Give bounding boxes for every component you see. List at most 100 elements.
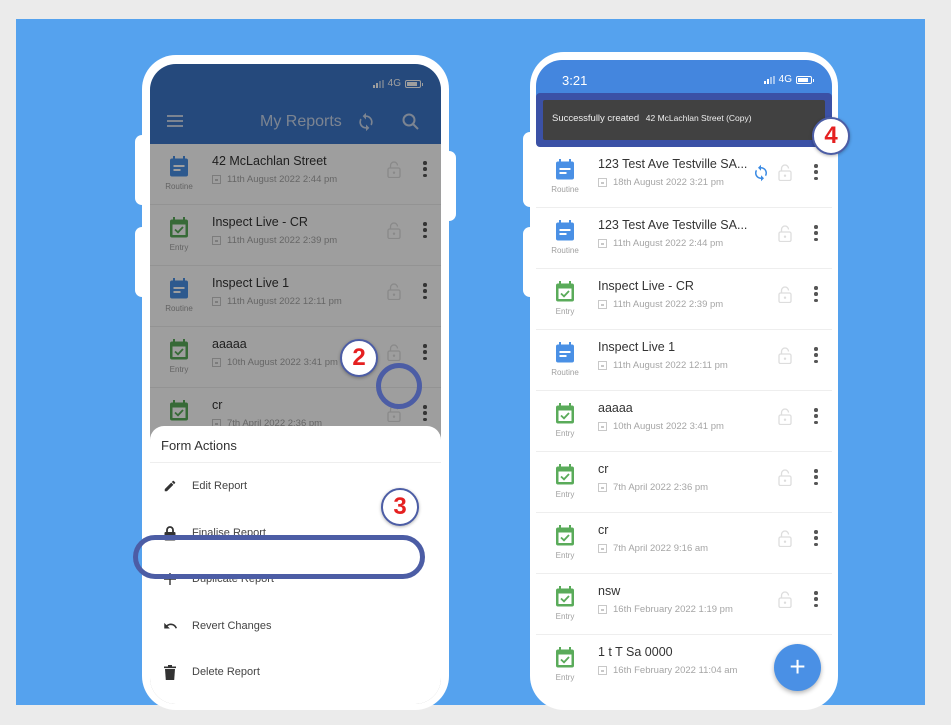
sync-icon[interactable] bbox=[356, 112, 376, 132]
right-phone-screen: 3:21 4G Routine 123 Test Ave Testville S… bbox=[536, 60, 832, 702]
report-date-text: 18th August 2022 3:21 pm bbox=[613, 177, 724, 188]
more-options-button[interactable] bbox=[814, 530, 818, 546]
report-row[interactable]: Routine Inspect Live 1 11th August 2022 … bbox=[150, 266, 441, 327]
more-options-button[interactable] bbox=[814, 164, 818, 180]
calendar-icon bbox=[598, 178, 607, 187]
calendar-icon bbox=[598, 361, 607, 370]
report-type: Routine bbox=[551, 246, 579, 255]
report-row[interactable]: Entry cr 7th April 2022 2:36 pm bbox=[536, 452, 832, 513]
entry-calendar-icon bbox=[169, 400, 189, 421]
routine-calendar-icon bbox=[555, 342, 575, 363]
unlock-icon bbox=[778, 225, 792, 242]
report-row[interactable]: Routine Inspect Live 1 11th August 2022 … bbox=[536, 330, 832, 391]
calendar-icon bbox=[598, 239, 607, 248]
entry-calendar-icon bbox=[555, 281, 575, 302]
toast-highlight: Successfully created 42 McLachlan Street… bbox=[536, 93, 832, 147]
report-name: Inspect Live 1 bbox=[212, 276, 290, 290]
more-options-button[interactable] bbox=[814, 347, 818, 363]
entry-calendar-icon bbox=[555, 525, 575, 546]
status-indicators: 4G bbox=[763, 74, 814, 85]
pencil-icon bbox=[162, 478, 178, 494]
status-bar: 4G bbox=[150, 64, 441, 102]
page-title: My Reports bbox=[260, 113, 342, 130]
step2-badge: 2 bbox=[340, 339, 378, 377]
add-report-fab[interactable]: + bbox=[774, 644, 821, 691]
revert-changes-action[interactable]: Revert Changes bbox=[150, 603, 441, 650]
battery-icon bbox=[405, 79, 423, 88]
report-row[interactable]: Routine 42 McLachlan Street 11th August … bbox=[150, 144, 441, 205]
unlock-icon bbox=[778, 347, 792, 364]
more-options-button[interactable] bbox=[814, 469, 818, 485]
more-options-button[interactable] bbox=[423, 344, 427, 360]
report-type: Routine bbox=[165, 304, 193, 313]
more-options-button[interactable] bbox=[423, 161, 427, 177]
side-button bbox=[523, 132, 537, 207]
report-name: 42 McLachlan Street bbox=[212, 154, 327, 168]
report-name: cr bbox=[598, 462, 609, 476]
entry-calendar-icon bbox=[555, 586, 575, 607]
more-options-button[interactable] bbox=[423, 222, 427, 238]
calendar-icon bbox=[598, 544, 607, 553]
routine-calendar-icon bbox=[555, 159, 575, 180]
side-button bbox=[135, 135, 149, 205]
routine-calendar-icon bbox=[169, 156, 189, 177]
report-name: aaaaa bbox=[598, 401, 633, 415]
report-date-text: 7th April 2022 2:36 pm bbox=[613, 482, 709, 493]
network-label: 4G bbox=[387, 78, 401, 89]
more-options-button[interactable] bbox=[814, 591, 818, 607]
report-name: Inspect Live - CR bbox=[598, 279, 694, 293]
report-date-text: 16th February 2022 1:19 pm bbox=[613, 604, 733, 615]
report-name: aaaaa bbox=[212, 337, 247, 351]
report-date-text: 11th August 2022 2:39 pm bbox=[227, 235, 338, 246]
report-date-text: 7th April 2022 9:16 am bbox=[613, 543, 709, 554]
report-date-text: 11th August 2022 2:44 pm bbox=[227, 174, 338, 185]
report-date-text: 10th August 2022 3:41 pm bbox=[227, 357, 338, 368]
battery-icon bbox=[796, 75, 814, 84]
report-date: 11th August 2022 2:39 pm bbox=[212, 235, 337, 246]
report-row[interactable]: Entry Inspect Live - CR 11th August 2022… bbox=[150, 205, 441, 266]
report-type: Entry bbox=[169, 243, 189, 252]
report-row[interactable]: Routine 123 Test Ave Testville SA... 18t… bbox=[536, 147, 832, 208]
hamburger-menu-icon[interactable] bbox=[167, 115, 183, 127]
report-row[interactable]: Entry cr 7th April 2022 9:16 am bbox=[536, 513, 832, 574]
report-date: 11th August 2022 2:44 pm bbox=[598, 238, 723, 249]
report-name: nsw bbox=[598, 584, 621, 598]
more-options-button[interactable] bbox=[814, 408, 818, 424]
search-icon[interactable] bbox=[401, 112, 421, 132]
more-options-button[interactable] bbox=[814, 225, 818, 241]
calendar-icon bbox=[212, 358, 221, 367]
unlock-icon bbox=[387, 344, 401, 361]
app-bar: My Reports bbox=[150, 102, 441, 144]
more-options-button[interactable] bbox=[814, 286, 818, 302]
unlock-icon bbox=[778, 530, 792, 547]
report-name: 1 t T Sa 0000 bbox=[598, 645, 673, 659]
more-options-button[interactable] bbox=[423, 405, 427, 421]
network-label: 4G bbox=[778, 74, 792, 85]
report-row[interactable]: Entry Inspect Live - CR 11th August 2022… bbox=[536, 269, 832, 330]
calendar-icon bbox=[212, 236, 221, 245]
report-row[interactable]: Entry nsw 16th February 2022 1:19 pm bbox=[536, 574, 832, 635]
report-date-text: 11th August 2022 2:39 pm bbox=[613, 299, 724, 310]
report-date: 16th February 2022 1:19 pm bbox=[598, 604, 733, 615]
side-button bbox=[135, 227, 149, 297]
calendar-icon bbox=[598, 605, 607, 614]
report-name: Inspect Live 1 bbox=[598, 340, 676, 354]
delete-report-action[interactable]: Delete Report bbox=[150, 649, 441, 696]
toast-message: Successfully created bbox=[552, 113, 640, 124]
report-date-text: 11th August 2022 12:11 pm bbox=[613, 360, 728, 371]
status-indicators: 4G bbox=[372, 78, 423, 89]
report-row[interactable]: Routine 123 Test Ave Testville SA... 11t… bbox=[536, 208, 832, 269]
report-date: 10th August 2022 3:41 pm bbox=[212, 357, 338, 368]
report-type: Entry bbox=[555, 429, 575, 438]
report-name: 123 Test Ave Testville SA... bbox=[598, 218, 748, 232]
syncing-icon bbox=[752, 164, 770, 182]
calendar-icon bbox=[598, 483, 607, 492]
undo-icon bbox=[162, 618, 178, 634]
report-date-text: 16th February 2022 11:04 am bbox=[613, 665, 738, 676]
routine-calendar-icon bbox=[555, 220, 575, 241]
report-row[interactable]: Entry aaaaa 10th August 2022 3:41 pm bbox=[536, 391, 832, 452]
stage-background: 4G My Reports Routine 42 McLachlan Stree… bbox=[16, 19, 925, 710]
report-type: Routine bbox=[551, 185, 579, 194]
report-date-text: 10th August 2022 3:41 pm bbox=[613, 421, 724, 432]
more-options-button[interactable] bbox=[423, 283, 427, 299]
